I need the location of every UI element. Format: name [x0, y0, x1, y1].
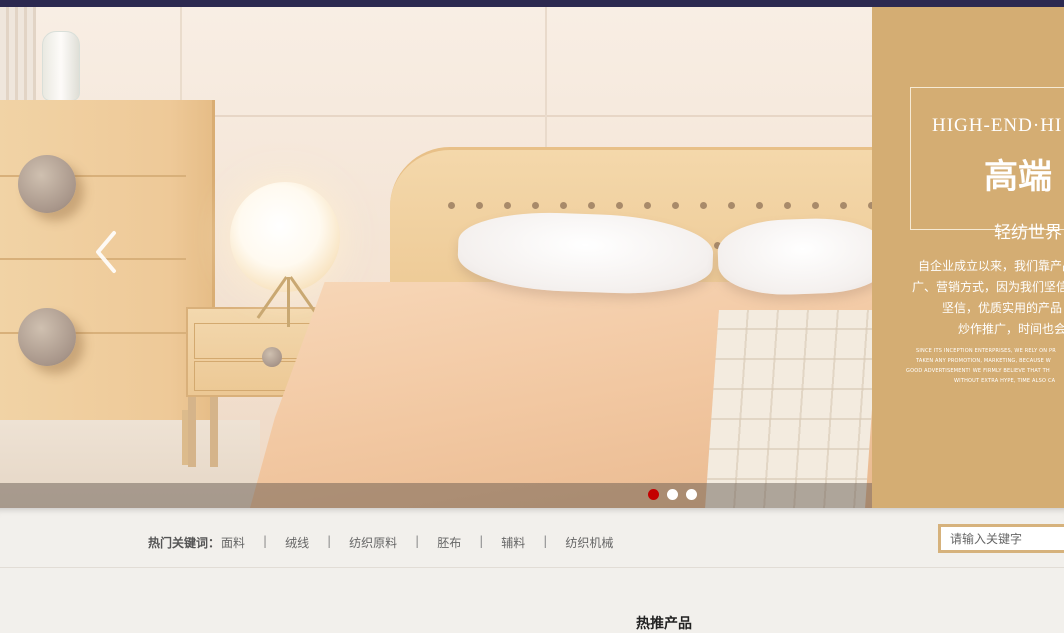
slider-pager-bar — [0, 483, 872, 508]
slider-dot[interactable] — [648, 489, 659, 500]
headboard-hole — [560, 202, 567, 209]
keyword-link[interactable]: 绒线 — [285, 534, 309, 551]
section-title: 热推产品 — [636, 616, 692, 632]
search-box — [938, 524, 1064, 553]
keyword-separator: | — [263, 534, 268, 548]
throw-blanket-image — [705, 310, 879, 508]
banner-subtitle: 轻纺世界 — [994, 223, 1062, 243]
wall-line — [215, 115, 872, 117]
banner-text-line: 自企业成立以来，我们靠产品 — [918, 259, 1064, 273]
headboard-hole — [532, 202, 539, 209]
pillow-image — [716, 216, 890, 297]
banner-text-line: 炒作推广，时间也会 — [958, 322, 1064, 336]
headboard-hole — [616, 202, 623, 209]
keyword-separator: | — [327, 534, 332, 548]
headboard-hole — [840, 202, 847, 209]
hot-keywords-bar: 热门关键词： 面料 | 绒线 | 纺织原料 | 胚布 | 辅料 | 纺织机械 — [0, 508, 1064, 568]
search-input[interactable] — [941, 527, 1064, 550]
banner-en-text-line: GOOD ADVERTISEMENT! WE FIRMLY BELIEVE TH… — [906, 368, 1050, 374]
banner-en-title: HIGH-END·HI — [932, 115, 1063, 136]
chevron-left-icon — [96, 231, 116, 273]
headboard-hole — [448, 202, 455, 209]
headboard-hole — [700, 202, 707, 209]
banner-text-line: 广、营销方式，因为我们坚信 — [912, 280, 1064, 294]
hot-keywords-list: 面料 | 绒线 | 纺织原料 | 胚布 | 辅料 | 纺织机械 — [221, 534, 613, 551]
keyword-link[interactable]: 辅料 — [501, 534, 525, 551]
keyword-link[interactable]: 胚布 — [437, 534, 461, 551]
wall-line — [545, 7, 547, 157]
slider-dot[interactable] — [667, 489, 678, 500]
hot-keywords-label: 热门关键词： — [148, 536, 221, 550]
keyword-separator: | — [479, 534, 484, 548]
headboard-hole — [812, 202, 819, 209]
banner-en-text-line: TAKEN ANY PROMOTION, MARKETING, BECAUSE … — [916, 358, 1051, 364]
headboard-hole — [784, 202, 791, 209]
headboard-hole — [756, 202, 763, 209]
banner-en-text-line: WITHOUT EXTRA HYPE, TIME ALSO CA — [954, 378, 1056, 384]
headboard-hole — [588, 202, 595, 209]
keyword-link[interactable]: 纺织机械 — [565, 534, 613, 551]
keyword-link[interactable]: 纺织原料 — [349, 534, 397, 551]
banner-cn-title: 高端 — [984, 157, 1052, 197]
headboard-hole — [644, 202, 651, 209]
wall-line — [180, 7, 182, 102]
banner-text-panel: HIGH-END·HI 高端 轻纺世界 自企业成立以来，我们靠产品 广、营销方式… — [872, 7, 1064, 508]
banner-en-text-line: SINCE ITS INCEPTION ENTERPRISES, WE RELY… — [916, 348, 1056, 354]
headboard-hole — [728, 202, 735, 209]
hero-banner: HIGH-END·HI 高端 轻纺世界 自企业成立以来，我们靠产品 广、营销方式… — [0, 7, 1064, 508]
keyword-link[interactable]: 面料 — [221, 534, 245, 551]
top-bar — [0, 0, 1064, 7]
vase-image — [42, 31, 80, 101]
headboard-hole — [504, 202, 511, 209]
keyword-separator: | — [543, 534, 548, 548]
subtitle-divider — [912, 229, 992, 230]
lamp-leg — [287, 277, 290, 327]
curtain-image — [0, 7, 36, 100]
slider-dot[interactable] — [686, 489, 697, 500]
keyword-separator: | — [415, 534, 420, 548]
banner-text-line: 坚信，优质实用的产品 — [942, 301, 1063, 315]
headboard-hole — [672, 202, 679, 209]
headboard-hole — [476, 202, 483, 209]
prev-slide-button[interactable] — [90, 227, 130, 277]
